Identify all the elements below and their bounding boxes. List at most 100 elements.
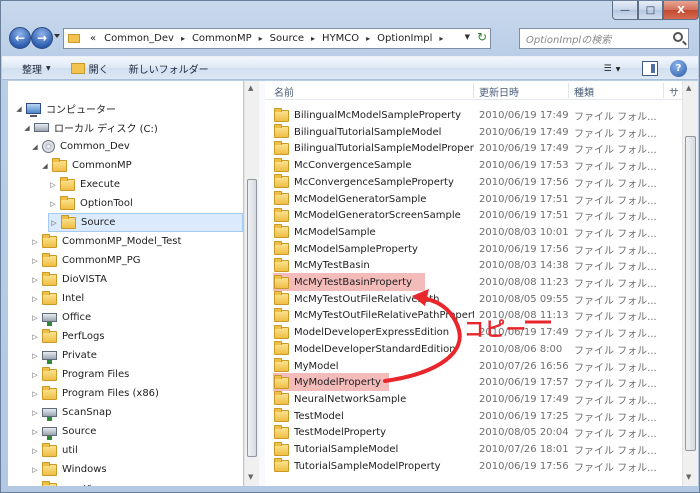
file-row[interactable]: BilingualTutorialSampleModelProperty 2010… [265,140,682,157]
tree-item[interactable]: ▷ DioVISTA [30,270,107,289]
tree-item[interactable]: ▷ CommonMP_PG [30,251,140,270]
tree-item[interactable]: ▷ ScanSnap [30,403,111,422]
recent-pages-dropdown[interactable] [54,34,60,38]
scrollbar-thumb[interactable] [247,179,257,457]
expand-arrow-icon[interactable]: ▷ [30,238,40,246]
file-row[interactable]: TutorialSampleModelProperty 2010/06/19 17… [265,458,682,475]
help-icon[interactable]: ? [670,60,687,77]
preview-pane-button[interactable] [642,61,658,76]
expand-arrow-icon[interactable]: ▷ [30,428,40,436]
file-row[interactable]: MyModelProperty 2010/06/19 17:57 ファイル フォル.… [265,374,682,391]
tree-item[interactable]: ▷ util [30,441,78,460]
file-row[interactable]: TestModel 2010/06/19 17:25 ファイル フォル... [265,408,682,425]
expand-arrow-icon[interactable]: ▷ [30,257,40,265]
file-row[interactable]: McConvergenceSampleProperty 2010/06/19 17… [265,174,682,191]
file-row[interactable]: McModelGeneratorSample 2010/06/19 17:51 ファ… [265,191,682,208]
tree-item[interactable]: ▷ Source [48,213,243,232]
scrollbar-thumb[interactable] [685,136,696,451]
column-name[interactable]: 名前 [274,84,294,99]
tree-item[interactable]: ▷ Program Files [30,365,129,384]
scroll-up-icon[interactable]: ▲ [686,84,691,92]
tree-item[interactable]: ▷ CommonMP_Model_Test [30,232,181,251]
file-row[interactable]: McMyTestBasinProperty 2010/08/08 11:23 ファイ… [265,274,682,291]
tree-item[interactable]: ◢ コンピューター [14,99,116,118]
expand-arrow-icon[interactable]: ▷ [30,295,40,303]
address-bar[interactable]: « Common_Dev ▸ CommonMP ▸ Source ▸ HYMCO ▸ O… [63,28,491,49]
file-row[interactable]: MyModel 2010/07/26 16:56 ファイル フォル... [265,358,682,375]
tree-item[interactable]: ▷ Windows [30,460,107,479]
column-date[interactable]: 更新日時 [479,84,519,99]
expand-arrow-icon[interactable]: ▷ [48,181,58,189]
collapse-arrow-icon[interactable]: ◢ [40,162,50,170]
breadcrumb-commonmp[interactable]: CommonMP ▸ [188,33,266,44]
file-row[interactable]: McMyTestBasin 2010/08/03 14:38 ファイル フォル... [265,257,682,274]
column-type[interactable]: 種類 [574,84,594,99]
tree-item[interactable]: ▷ Execute [48,175,120,194]
expand-arrow-icon[interactable]: ▷ [30,485,40,487]
expand-arrow-icon[interactable]: ▷ [30,466,40,474]
tree-item[interactable]: ▷ PerfLogs [30,327,105,346]
maximize-button[interactable]: □ [638,1,663,20]
forward-button[interactable]: → [31,27,53,49]
file-list-scrollbar[interactable]: ▲ ▼ [682,81,698,486]
expand-arrow-icon[interactable]: ▷ [30,314,40,322]
scroll-up-icon[interactable]: ▲ [248,84,253,92]
tree-item[interactable]: ▷ OptionTool [48,194,133,213]
expand-arrow-icon[interactable]: ▷ [30,276,40,284]
file-row[interactable]: BilingualTutorialSampleModel 2010/06/19 1… [265,124,682,141]
file-row[interactable]: McModelSampleProperty 2010/06/19 17:56 ファイ… [265,241,682,258]
breadcrumb-common-dev[interactable]: Common_Dev ▸ [100,33,188,44]
collapse-arrow-icon[interactable]: ◢ [14,105,24,113]
tree-item[interactable]: ▷ ユーザー [30,479,102,486]
column-size[interactable]: サ [669,84,679,99]
expand-arrow-icon[interactable]: ▷ [30,390,40,398]
close-button[interactable]: X [663,1,699,20]
tree-item[interactable]: ◢ ローカル ディスク (C:) [22,118,158,137]
tree-item[interactable]: ◢ Common_Dev [30,137,130,156]
expand-arrow-icon[interactable]: ▷ [30,352,40,360]
organize-button[interactable]: 整理 ▼ [12,57,61,79]
expand-arrow-icon[interactable]: ▷ [30,371,40,379]
back-button[interactable]: ← [9,27,31,49]
file-row[interactable]: ModelDeveloperStandardEdition 2010/08/06 … [265,341,682,358]
tree-item[interactable]: ▷ Intel [30,289,84,308]
tree-item[interactable]: ▷ Office [30,308,91,327]
tree-item[interactable]: ◢ CommonMP [40,156,132,175]
expand-arrow-icon[interactable]: ▷ [48,200,58,208]
breadcrumb-optionimpl[interactable]: OptionImpl ▸ [373,33,446,44]
file-row[interactable]: BilingualMcModelSampleProperty 2010/06/19… [265,107,682,124]
search-icon[interactable] [673,32,683,42]
search-input[interactable]: OptionImplの検索 [519,28,689,49]
expand-arrow-icon[interactable]: ▷ [49,219,59,227]
tree-item[interactable]: ▷ Program Files (x86) [30,384,159,403]
expand-arrow-icon[interactable]: ▷ [30,409,40,417]
address-dropdown-icon[interactable]: ▼ [465,33,470,41]
breadcrumb-overflow[interactable]: « [86,33,100,44]
breadcrumb-hymco[interactable]: HYMCO ▸ [318,33,373,44]
change-view-button[interactable]: ☰ ▼ [598,61,626,77]
new-folder-button[interactable]: 新しいフォルダー [119,57,219,79]
file-row[interactable]: McModelSample 2010/08/03 10:01 ファイル フォル... [265,224,682,241]
collapse-arrow-icon[interactable]: ◢ [30,143,40,151]
collapse-arrow-icon[interactable]: ◢ [22,124,32,132]
expand-arrow-icon[interactable]: ▷ [30,333,40,341]
scroll-down-icon[interactable]: ▼ [248,473,253,481]
file-row[interactable]: McConvergenceSample 2010/06/19 17:53 ファイル … [265,157,682,174]
column-divider[interactable] [663,83,664,98]
file-row[interactable]: TutorialSampleModel 2010/07/26 18:01 ファイル … [265,441,682,458]
file-row[interactable]: NeuralNetworkSample 2010/06/19 17:49 ファイル … [265,391,682,408]
breadcrumb-source[interactable]: Source ▸ [266,33,318,44]
file-row[interactable]: McModelGeneratorScreenSample 2010/06/19 1… [265,207,682,224]
expand-arrow-icon[interactable]: ▷ [30,447,40,455]
refresh-icon[interactable]: ↻ [477,30,487,44]
navigation-scrollbar[interactable]: ▲ ▼ [244,81,259,486]
minimize-button[interactable]: — [612,1,638,20]
tree-item[interactable]: ▷ Private [30,346,97,365]
tree-item[interactable]: ▷ Source [30,422,96,441]
scroll-down-icon[interactable]: ▼ [686,473,691,481]
column-divider[interactable] [568,83,569,98]
open-button[interactable]: 開く [61,57,119,79]
file-row[interactable]: TestModelProperty 2010/08/05 20:04 ファイル フォ… [265,424,682,441]
file-row[interactable]: McMyTestOutFileRelativePath 2010/08/05 09… [265,291,682,308]
column-divider[interactable] [473,83,474,98]
